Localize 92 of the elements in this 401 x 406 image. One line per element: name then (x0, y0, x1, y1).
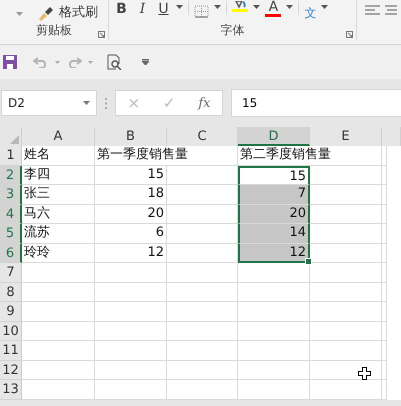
caret-icon[interactable] (286, 5, 294, 9)
table-cell: 张三 (22, 185, 95, 204)
row-header[interactable]: 3 (0, 185, 22, 204)
table-cell (238, 282, 310, 302)
table-cell (95, 360, 167, 380)
column-header[interactable]: D (238, 127, 310, 146)
table-cell: 20 (238, 204, 310, 224)
table-cell (95, 263, 167, 282)
table-cell: 15 (95, 166, 167, 185)
table-cell (167, 380, 238, 400)
table-cell: 14 (238, 224, 310, 244)
table-cell: 马六 (22, 204, 95, 224)
color-bar (265, 14, 282, 17)
table-cell (310, 302, 382, 322)
caret-icon[interactable] (83, 101, 90, 105)
table-cell (95, 282, 167, 302)
table-cell (238, 322, 310, 341)
print-preview-icon[interactable] (107, 54, 122, 70)
table-cell (167, 360, 238, 380)
table-cell (238, 302, 310, 322)
formula-input[interactable]: 15 (231, 89, 401, 117)
table-cell (95, 380, 167, 400)
table-cell: 12 (95, 244, 167, 263)
column-header[interactable]: E (310, 127, 382, 146)
table-cell (95, 302, 167, 322)
table-cell: 玲玲 (22, 244, 95, 263)
row-header[interactable]: 5 (0, 224, 22, 244)
row-header[interactable]: 12 (0, 360, 22, 380)
format-painter-button[interactable]: 格式刷 (59, 3, 98, 21)
row-header[interactable]: 8 (0, 282, 22, 302)
table-cell: 15 (238, 166, 310, 185)
table-cell (238, 380, 310, 400)
italic-button[interactable]: I (134, 1, 150, 17)
caret-icon[interactable] (321, 5, 328, 9)
table-cell (167, 263, 238, 282)
bold-button[interactable]: B (113, 1, 130, 17)
table-cell (310, 380, 382, 400)
table-cell (310, 341, 382, 360)
caret-icon[interactable] (176, 5, 184, 9)
table-cell (167, 341, 238, 360)
row-header[interactable]: 2 (0, 166, 22, 185)
table-cell: 李四 (22, 166, 95, 185)
column-header[interactable]: A (22, 127, 95, 146)
row-header[interactable]: 9 (0, 302, 22, 322)
table-cell (167, 302, 238, 322)
align-left-icon[interactable] (365, 5, 380, 15)
name-box[interactable]: D2 (1, 90, 97, 116)
table-cell (238, 263, 310, 282)
table-cell (310, 282, 382, 302)
caret-icon[interactable] (253, 5, 260, 9)
table-cell (238, 341, 310, 360)
table-cell: 第一季度销售量 (95, 146, 238, 166)
group-label: 字体 (220, 22, 245, 38)
table-cell: 6 (95, 224, 167, 244)
table-cell: 18 (95, 185, 167, 204)
border-icon[interactable] (194, 5, 210, 18)
color-bar (232, 9, 248, 12)
fill-handle[interactable] (305, 258, 312, 265)
row-header[interactable]: 6 (0, 244, 22, 263)
table-cell: 7 (238, 185, 310, 204)
table-cell: 12 (238, 244, 310, 263)
cursor-icon (358, 366, 371, 380)
corner-triangle-icon (10, 135, 19, 144)
caret-icon[interactable] (214, 5, 222, 9)
table-cell: 流苏 (22, 224, 95, 244)
table-cell (310, 263, 382, 282)
table-cell: 20 (95, 204, 167, 224)
column-header[interactable]: B (95, 127, 167, 146)
launcher-icon[interactable] (346, 31, 353, 38)
insert-function-button[interactable]: fx (198, 96, 211, 110)
table-cell (167, 282, 238, 302)
table-cell: 姓名 (22, 146, 95, 166)
paintbrush-icon[interactable] (38, 6, 54, 22)
table-cell (238, 360, 310, 380)
row-header[interactable]: 11 (0, 341, 22, 360)
row-header[interactable]: 4 (0, 204, 22, 224)
row-header[interactable]: 10 (0, 322, 22, 341)
phonetic-button[interactable]: 文 (304, 5, 316, 22)
customize-icon[interactable] (142, 59, 149, 65)
table-cell (167, 322, 238, 341)
launcher-icon[interactable] (98, 31, 106, 38)
group-label: 剪贴板 (36, 22, 72, 38)
font-color-button[interactable]: A (268, 1, 278, 14)
align-center-icon[interactable] (385, 5, 397, 15)
row-header[interactable]: 13 (0, 380, 22, 400)
table-cell (310, 322, 382, 341)
save-icon[interactable] (3, 55, 17, 69)
row-header[interactable]: 1 (0, 146, 22, 166)
table-cell (95, 322, 167, 341)
row-header[interactable]: 7 (0, 263, 22, 282)
table-cell (95, 341, 167, 360)
underline-button[interactable]: U (155, 1, 172, 17)
